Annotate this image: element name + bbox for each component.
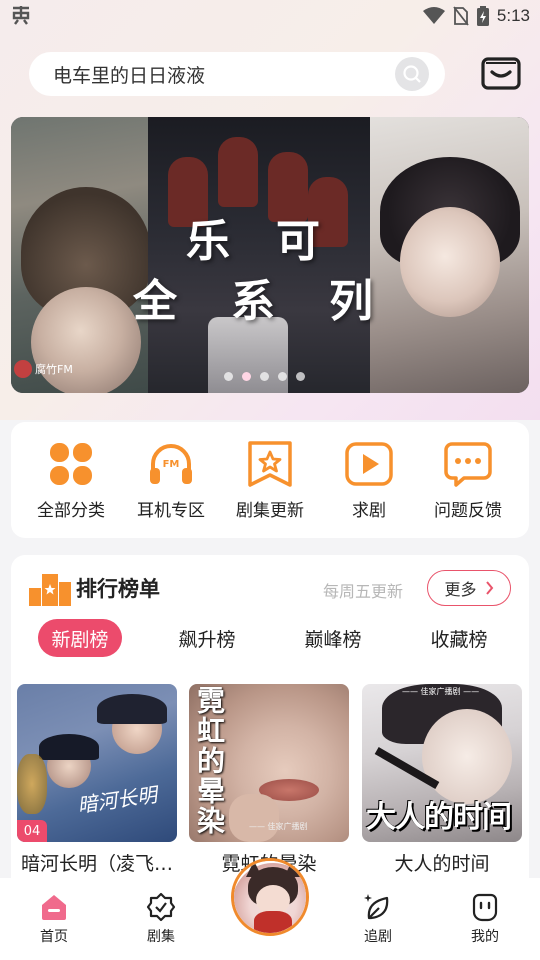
ranking-cover[interactable]: 霓虹的晕染 —— 佳家广播剧: [189, 684, 349, 842]
ranking-podium-icon: [29, 570, 73, 608]
episode-badge: 04: [17, 820, 47, 842]
cover-subtitle-art: —— 佳家广播剧 ——: [402, 687, 480, 696]
ranking-title: 排行榜单: [76, 577, 160, 601]
ranking-more-button[interactable]: 更多: [427, 570, 511, 606]
nav-profile[interactable]: 我的: [445, 892, 525, 946]
chevron-right-icon: [485, 581, 493, 595]
nav-following[interactable]: 追剧: [338, 892, 418, 946]
bookmark-star-icon: [246, 440, 294, 488]
quick-action-label: 全部分类: [37, 501, 105, 521]
home-icon: [39, 892, 69, 922]
chat-bubble-icon: [444, 440, 492, 488]
banner-pagination[interactable]: [224, 372, 305, 381]
inbox-button[interactable]: [480, 56, 522, 92]
search-button[interactable]: [395, 57, 429, 91]
cover-title-art: 大人的时间: [366, 800, 512, 835]
tab-new-dramas[interactable]: 新剧榜: [38, 619, 122, 657]
search-input[interactable]: 电车里的日日液液: [53, 61, 205, 88]
tab-rising[interactable]: 飙升榜: [165, 619, 249, 657]
banner-art-right: [370, 117, 529, 393]
inbox-icon: [481, 57, 521, 90]
pagination-dot[interactable]: [224, 372, 233, 381]
search-bar[interactable]: 电车里的日日液液: [29, 52, 445, 96]
quick-action-episode-updates[interactable]: 剧集更新: [220, 440, 320, 524]
quick-action-headphones[interactable]: FM 耳机专区: [121, 440, 221, 524]
ranking-item-title: 暗河长明（凌飞…: [20, 853, 173, 875]
banner-title-line2: 全系列: [133, 276, 427, 327]
cover-title-art: 暗河长明: [75, 782, 159, 818]
quick-actions-card: 全部分类 FM 耳机专区 剧集更新 求剧 问题反馈: [11, 422, 529, 538]
nav-label: 追剧: [364, 929, 392, 945]
quick-action-feedback[interactable]: 问题反馈: [418, 440, 518, 524]
pagination-dot[interactable]: [296, 372, 305, 381]
nav-label: 首页: [40, 929, 68, 945]
quick-action-label: 剧集更新: [236, 501, 304, 521]
banner-watermark-text: 腐竹FM: [35, 363, 73, 376]
nav-label: 我的: [471, 929, 499, 945]
promo-banner[interactable]: 乐可 全系列 腐竹FM: [11, 117, 529, 393]
quick-action-all-categories[interactable]: 全部分类: [21, 440, 121, 524]
quick-action-request[interactable]: 求剧: [319, 440, 419, 524]
fuzhu-logo-icon: [14, 360, 32, 378]
bottom-nav: 首页 剧集 追剧 我的: [0, 858, 540, 960]
svg-text:FM: FM: [163, 459, 180, 470]
headphones-fm-icon: FM: [147, 440, 195, 488]
app-notification-icon: [10, 4, 32, 31]
cover-subtitle-art: —— 佳家广播剧: [249, 822, 308, 831]
tab-favorites[interactable]: 收藏榜: [417, 619, 501, 657]
pagination-dot[interactable]: [278, 372, 287, 381]
status-time: 5:13: [496, 6, 530, 25]
play-icon: [345, 440, 393, 488]
banner-title-line1: 乐可: [186, 216, 366, 267]
search-icon: [403, 65, 421, 83]
badge-check-icon: [146, 892, 176, 922]
no-sim-icon: [453, 6, 469, 26]
ranking-item[interactable]: 暗河长明 04 暗河长明（凌飞…: [17, 684, 177, 876]
leaf-sparkle-icon: [363, 892, 393, 922]
quick-action-label: 问题反馈: [434, 501, 502, 521]
banner-art-left: [11, 117, 151, 393]
pagination-dot[interactable]: [260, 372, 269, 381]
ranking-item[interactable]: 霓虹的晕染 —— 佳家广播剧 霓虹的晕染: [189, 684, 349, 876]
pagination-dot[interactable]: [242, 372, 251, 381]
cover-title-art: 霓虹的晕染: [193, 686, 226, 836]
status-icons: 5:13: [422, 4, 530, 28]
nav-label: 剧集: [147, 929, 175, 945]
ranking-item[interactable]: —— 佳家广播剧 —— 大人的时间 大人的时间: [362, 684, 522, 876]
banner-watermark: 腐竹FM: [14, 360, 73, 378]
ranking-card: 排行榜单 每周五更新 更多 新剧榜 飙升榜 巅峰榜 收藏榜 暗河长明 04 暗河…: [11, 555, 529, 895]
more-label: 更多: [444, 580, 477, 599]
quick-action-label: 耳机专区: [137, 501, 205, 521]
grid-icon: [47, 440, 95, 488]
ranking-update-note: 每周五更新: [323, 582, 404, 601]
battery-charging-icon: [476, 6, 489, 26]
ranking-cover[interactable]: —— 佳家广播剧 —— 大人的时间: [362, 684, 522, 842]
nav-episodes[interactable]: 剧集: [121, 892, 201, 946]
quick-action-label: 求剧: [352, 501, 386, 521]
user-face-icon: [470, 892, 500, 922]
ranking-cover[interactable]: 暗河长明 04: [17, 684, 177, 842]
nav-home[interactable]: 首页: [14, 892, 94, 946]
ranking-item-title: 大人的时间: [394, 853, 490, 875]
wifi-icon: [422, 7, 445, 24]
tab-peak[interactable]: 巅峰榜: [291, 619, 375, 657]
status-bar: 5:13: [0, 0, 540, 32]
now-playing-avatar[interactable]: [231, 858, 309, 936]
